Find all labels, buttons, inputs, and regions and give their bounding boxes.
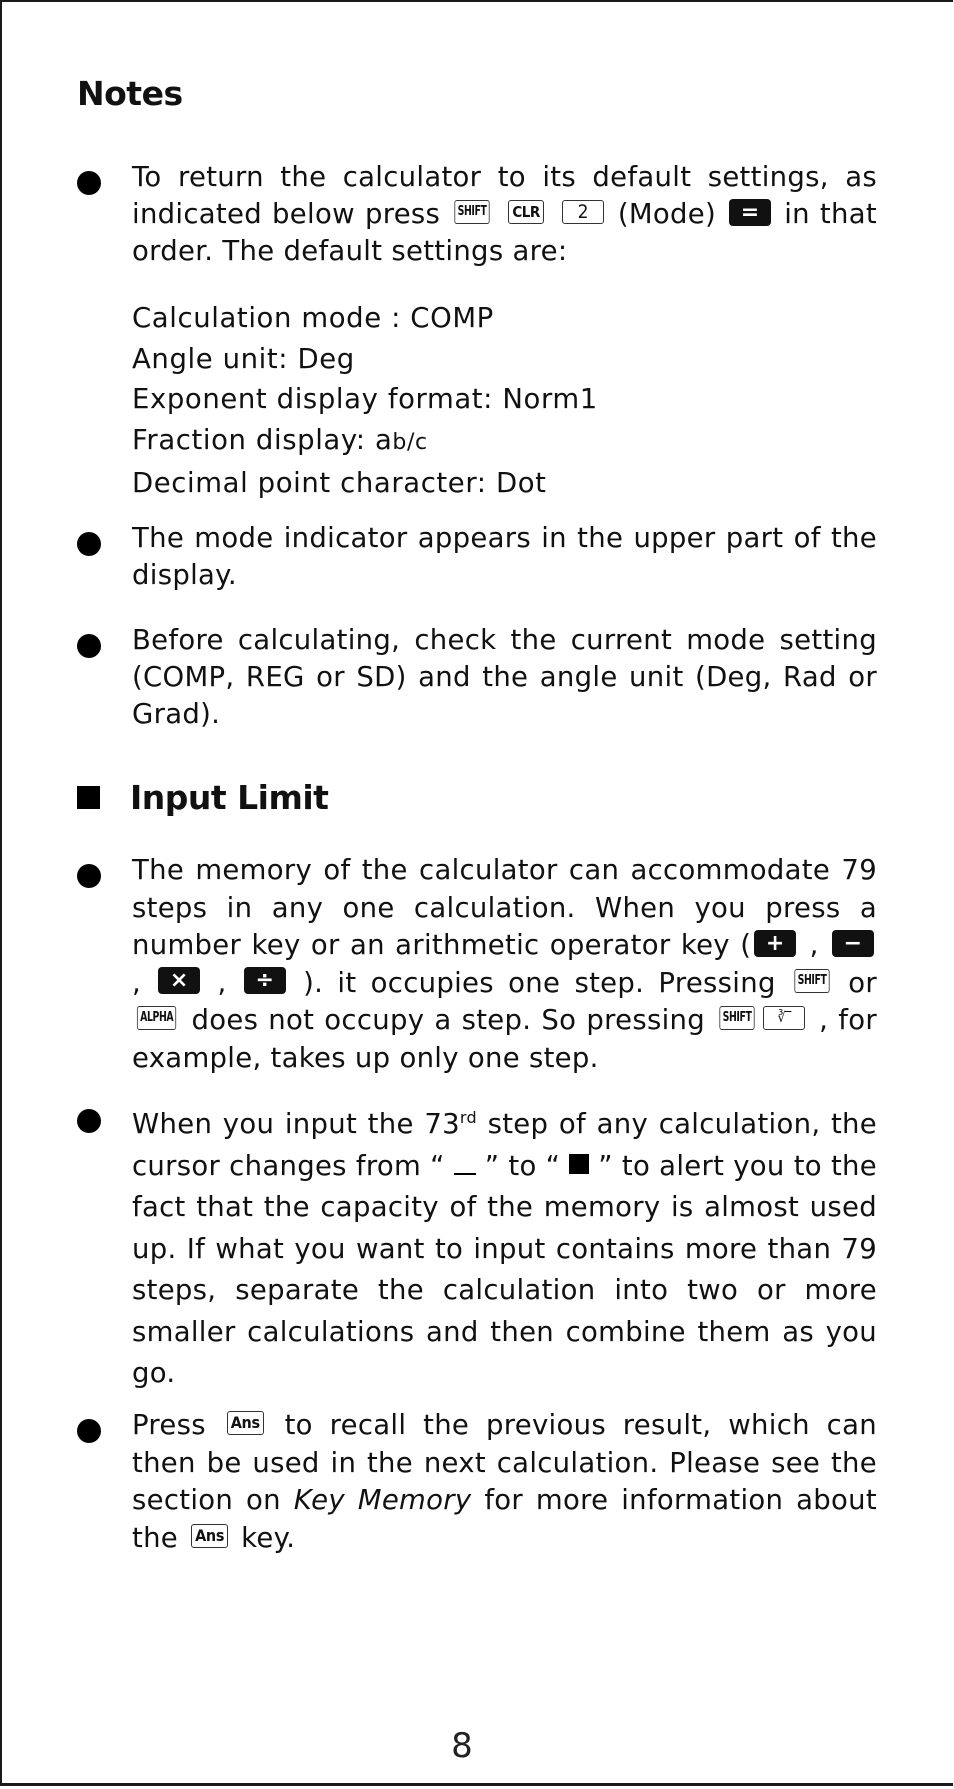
separator: , xyxy=(799,929,829,961)
page-number: 8 xyxy=(451,1726,473,1766)
default-setting-row: Angle unit: Deg xyxy=(132,339,598,380)
text-segment: Press xyxy=(132,1409,223,1441)
divide-key-icon: ÷ xyxy=(243,967,286,994)
multiply-key-icon: × xyxy=(158,967,201,994)
setting-label: Fraction display: xyxy=(132,423,375,456)
bullet-dot-icon xyxy=(77,1419,101,1443)
two-key-icon: 2 xyxy=(561,200,604,224)
ordinal-suffix: rd xyxy=(459,1108,477,1127)
separator: , xyxy=(203,966,241,999)
mode-label: (Mode) xyxy=(617,198,717,230)
block-cursor-icon xyxy=(569,1153,590,1174)
page-title: Notes xyxy=(77,74,183,113)
setting-value: Dot xyxy=(495,467,547,499)
note-paragraph: Before calculating, check the current mo… xyxy=(132,624,877,730)
bullet-dot-icon xyxy=(77,864,101,888)
note-paragraph: The memory of the calculator can accommo… xyxy=(132,852,877,1077)
text-segment: ). it occupies one step. Pressing xyxy=(288,966,790,999)
equals-key-icon: = xyxy=(729,198,772,226)
ans-key-icon: Ans xyxy=(226,1411,264,1435)
setting-label: Decimal point character: xyxy=(132,467,496,499)
input-limit-item-steps: The memory of the calculator can accommo… xyxy=(77,852,877,1077)
bullet-dot-icon xyxy=(77,532,101,556)
separator: , xyxy=(132,966,156,999)
default-setting-row: Fraction display: ab/c xyxy=(132,420,598,464)
alpha-key-icon: ALPHA xyxy=(136,1006,177,1030)
cube-root-key-icon: ∛‾ xyxy=(763,1006,806,1030)
text-segment: or xyxy=(834,966,877,999)
note-paragraph: When you input the 73rd step of any calc… xyxy=(132,1097,877,1395)
setting-value-fraction: b/c xyxy=(392,429,428,455)
setting-label: Angle unit: xyxy=(132,342,298,375)
setting-label: Calculation mode : xyxy=(132,302,411,334)
plus-key-icon: + xyxy=(754,929,797,957)
bullet-dot-icon xyxy=(77,634,101,658)
setting-value: a xyxy=(374,423,393,456)
input-limit-item-ans: Press Ans to recall the previous result,… xyxy=(77,1407,877,1557)
default-setting-row: Decimal point character: Dot xyxy=(132,463,598,504)
notes-item-check-mode: Before calculating, check the current mo… xyxy=(77,622,877,733)
setting-label: Exponent display format: xyxy=(132,383,503,415)
setting-value: COMP xyxy=(410,302,494,334)
text-segment: ” to “ xyxy=(475,1149,570,1182)
square-bullet-icon xyxy=(77,786,100,809)
default-setting-row: Calculation mode : COMP xyxy=(132,298,598,339)
bullet-dot-icon xyxy=(77,171,101,195)
notes-item-default-settings: To return the calculator to its default … xyxy=(77,159,877,270)
key-memory-reference: Key Memory xyxy=(293,1484,472,1516)
ans-key-icon: Ans xyxy=(191,1523,229,1548)
setting-value: Deg xyxy=(297,342,355,375)
shift-key-icon: SHIFT xyxy=(719,1006,755,1030)
default-setting-row: Exponent display format: Norm1 xyxy=(132,379,598,420)
text-segment: ” to alert you to the fact that the capa… xyxy=(132,1149,878,1390)
bullet-dot-icon xyxy=(77,1109,101,1133)
clr-key-icon: CLR xyxy=(508,200,544,224)
text-segment: does not occupy a step. So pressing xyxy=(181,1004,716,1036)
text-segment: key. xyxy=(232,1521,296,1554)
notes-item-mode-indicator: The mode indicator appears in the upper … xyxy=(77,520,877,594)
section-title: Input Limit xyxy=(130,778,329,817)
section-heading: Input Limit xyxy=(77,778,329,817)
note-paragraph: Press Ans to recall the previous result,… xyxy=(132,1407,877,1557)
input-limit-item-cursor: When you input the 73rd step of any calc… xyxy=(77,1097,877,1395)
underscore-cursor-icon xyxy=(453,1153,476,1175)
text-segment: When you input the 73 xyxy=(132,1108,460,1141)
shift-key-icon: SHIFT xyxy=(794,968,830,993)
minus-key-icon: − xyxy=(832,929,874,957)
note-paragraph: To return the calculator to its default … xyxy=(132,159,877,270)
shift-key-icon: SHIFT xyxy=(454,200,490,224)
default-settings-list: Calculation mode : COMP Angle unit: Deg … xyxy=(132,298,598,504)
setting-value: Norm1 xyxy=(502,383,598,415)
note-paragraph: The mode indicator appears in the upper … xyxy=(132,522,877,591)
